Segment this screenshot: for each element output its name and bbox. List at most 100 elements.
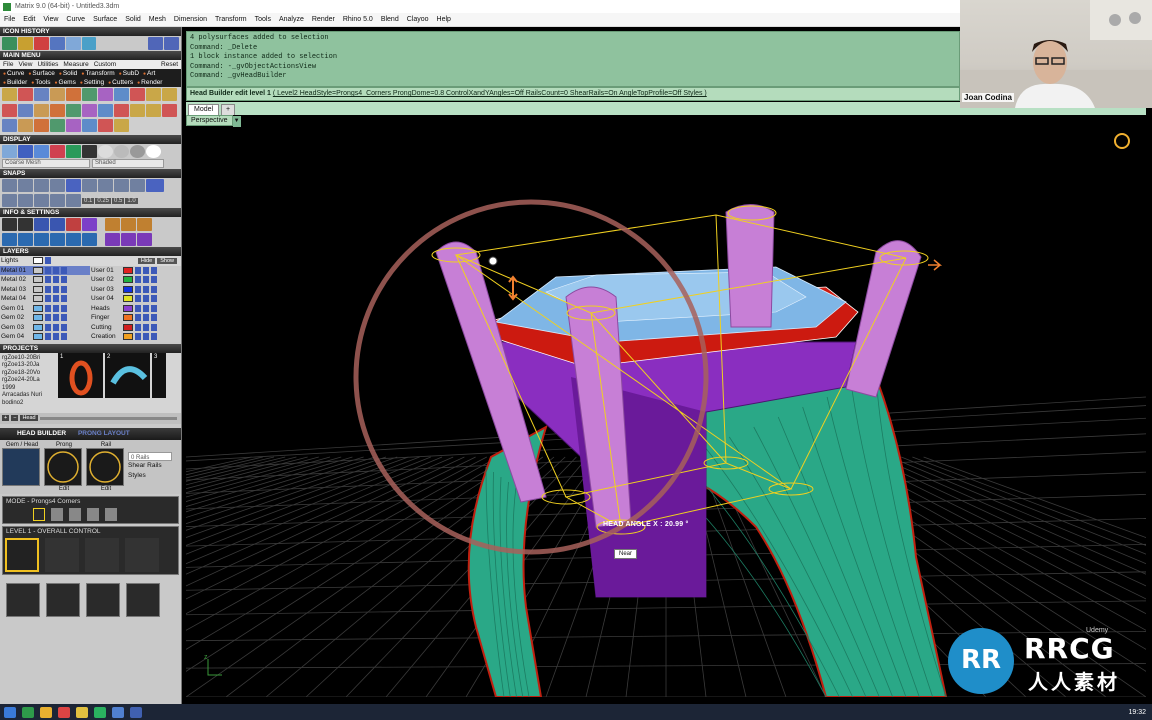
layer-lock-icon[interactable] — [135, 333, 141, 341]
curve-tool-icon[interactable] — [2, 88, 17, 101]
pivot-handle[interactable] — [488, 256, 498, 266]
layer-lock-icon[interactable] — [45, 323, 51, 331]
layer-lock-icon[interactable] — [135, 304, 141, 312]
layer-row[interactable]: Gem 04 — [0, 332, 90, 342]
command-prompt[interactable]: Head Builder edit level 1 ( Level2 HeadS… — [186, 87, 960, 101]
curve-tool-icon[interactable] — [34, 103, 49, 117]
layer-lock-icon[interactable] — [45, 314, 51, 322]
history-tool-icon[interactable] — [17, 37, 33, 50]
menu-solid[interactable]: Solid — [121, 16, 145, 23]
main-menu-utilities[interactable]: Utilities — [37, 61, 58, 68]
info-tool-icon[interactable] — [66, 233, 81, 246]
curve-tool-icon[interactable] — [82, 88, 97, 101]
info-tool-icon[interactable] — [137, 218, 152, 231]
main-menu-measure[interactable]: Measure — [63, 61, 88, 68]
mode-icon[interactable] — [69, 507, 81, 521]
layer-visible-icon[interactable] — [53, 323, 59, 331]
prong-preview[interactable] — [44, 447, 82, 486]
layer-visible-icon[interactable] — [53, 276, 59, 284]
curve-tool-icon[interactable] — [50, 103, 65, 117]
layer-color-swatch[interactable] — [123, 323, 133, 331]
mesh-quality-dropdown[interactable]: Coarse Mesh — [2, 159, 90, 168]
info-tool-icon[interactable] — [2, 218, 17, 231]
main-menu-custom[interactable]: Custom — [94, 61, 116, 68]
grid-snap-icon[interactable] — [18, 194, 33, 207]
info-tool-icon[interactable] — [121, 218, 136, 231]
layer-row[interactable]: Metal 04 — [0, 294, 90, 304]
height-arrow-icon[interactable] — [508, 275, 518, 301]
curve-tool-icon[interactable] — [2, 103, 17, 117]
curve-tool-icon[interactable] — [66, 103, 81, 117]
taskbar-app-icon[interactable] — [112, 706, 124, 718]
shading-dropdown[interactable]: Shaded — [92, 159, 164, 168]
viewport-title[interactable]: Perspective — [186, 115, 233, 126]
display-mode-icon[interactable] — [18, 145, 33, 158]
grid-snap-icon[interactable] — [2, 194, 17, 207]
display-mode-icon[interactable] — [82, 145, 97, 158]
info-tool-icon[interactable] — [50, 233, 65, 246]
layer-color-swatch[interactable] — [33, 295, 43, 303]
menu-rhino5[interactable]: Rhino 5.0 — [339, 16, 377, 23]
projects-scrollbar[interactable] — [39, 416, 177, 420]
add-tab-button[interactable]: + — [221, 104, 236, 115]
layer-visible-icon[interactable] — [143, 333, 149, 341]
category-solid[interactable]: Solid — [59, 70, 77, 77]
layer-color-swatch[interactable] — [123, 276, 133, 284]
layer-lock-icon[interactable] — [45, 333, 51, 341]
layer-color-swatch[interactable] — [123, 295, 133, 303]
level-prongs-icon[interactable] — [45, 537, 79, 572]
layer-lock-icon[interactable] — [45, 276, 51, 284]
main-menu-file[interactable]: File — [3, 61, 13, 68]
layer-color-swatch[interactable] — [33, 266, 43, 274]
layer-visible-icon[interactable] — [143, 276, 149, 284]
level-head-icon[interactable] — [5, 537, 39, 572]
remove-project-button[interactable]: − — [11, 415, 19, 421]
curve-tool-icon[interactable] — [18, 88, 33, 101]
shear-rails-toggle[interactable]: Shear Rails — [128, 461, 172, 471]
menu-analyze[interactable]: Analyze — [275, 16, 308, 23]
menu-curve[interactable]: Curve — [62, 16, 89, 23]
snap-icon[interactable] — [66, 179, 81, 192]
curve-tool-icon[interactable] — [98, 119, 113, 133]
layer-color-swatch[interactable] — [33, 323, 43, 331]
curve-tool-icon[interactable] — [114, 119, 129, 133]
taskbar-app-icon[interactable] — [94, 706, 106, 718]
info-tool-icon[interactable] — [2, 233, 17, 246]
layer-row[interactable]: Cutting — [90, 323, 180, 333]
layer-row[interactable]: Creation — [90, 332, 180, 342]
info-tool-icon[interactable] — [82, 218, 97, 231]
menu-dimension[interactable]: Dimension — [170, 16, 211, 23]
layer-visible-icon[interactable] — [143, 295, 149, 303]
layer-row[interactable]: Gem 03 — [0, 323, 90, 333]
layer-lock-icon[interactable] — [45, 304, 51, 312]
snap-icon[interactable] — [34, 179, 49, 192]
layer-print-icon[interactable] — [61, 304, 67, 312]
layer-row[interactable]: Metal 02 — [0, 275, 90, 285]
layer-lock-icon[interactable] — [45, 266, 51, 274]
layer-row[interactable]: User 01 — [90, 266, 180, 276]
snap-value[interactable]: 0.25 — [95, 197, 112, 204]
info-tool-icon[interactable] — [34, 233, 49, 246]
display-mode-icon[interactable] — [66, 145, 81, 158]
category-subd[interactable]: SubD — [119, 70, 139, 77]
curve-tool-icon[interactable] — [66, 88, 81, 101]
mode-icon[interactable] — [87, 507, 99, 521]
layer-color-swatch[interactable] — [123, 314, 133, 322]
layer-print-icon[interactable] — [151, 333, 157, 341]
layer-color-swatch[interactable] — [33, 333, 43, 341]
layer-print-icon[interactable] — [61, 314, 67, 322]
info-tool-icon[interactable] — [105, 218, 120, 231]
drag-arrow-icon[interactable] — [928, 259, 943, 271]
folder-icon[interactable] — [76, 706, 88, 718]
hide-button[interactable]: Hide — [137, 257, 156, 264]
mode-corners-icon[interactable] — [33, 507, 45, 521]
menu-render[interactable]: Render — [308, 16, 339, 23]
category-surface[interactable]: Surface — [28, 70, 54, 77]
layer-color-swatch[interactable] — [33, 276, 43, 284]
layer-row[interactable]: Metal 03 — [0, 285, 90, 295]
menu-tools[interactable]: Tools — [251, 16, 275, 23]
layer-color-swatch[interactable] — [33, 257, 43, 265]
menu-surface[interactable]: Surface — [89, 16, 121, 23]
layer-visible-icon[interactable] — [53, 333, 59, 341]
perspective-viewport[interactable]: z HEAD ANGLE X : 20.99 ° Near RR RRCG 人人… — [186, 127, 1146, 697]
